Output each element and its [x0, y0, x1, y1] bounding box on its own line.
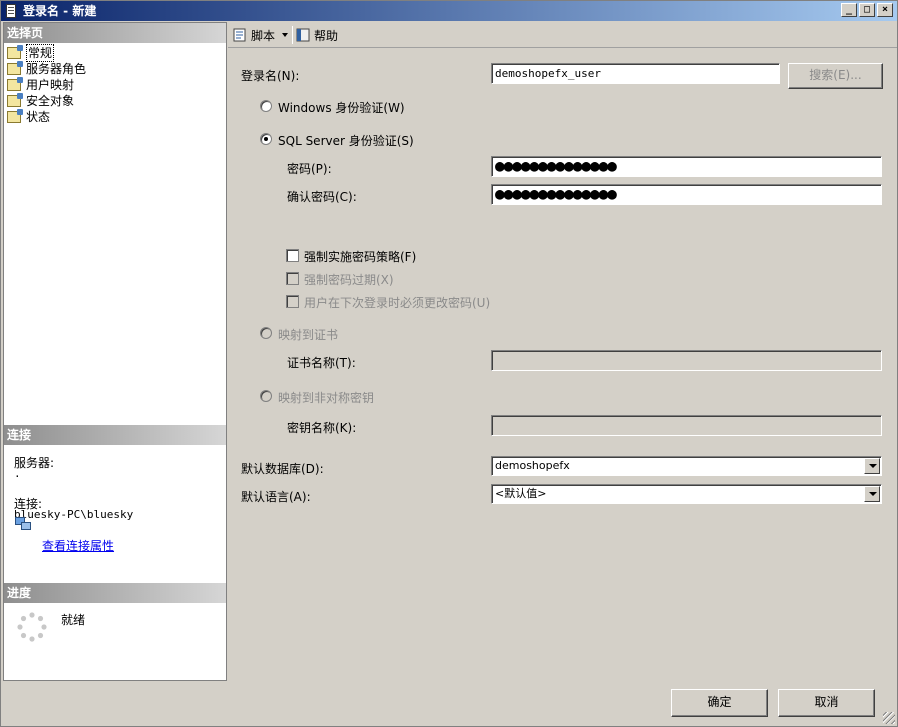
chevron-down-icon[interactable]: [864, 458, 880, 474]
page-icon: [7, 45, 23, 59]
enforce-policy-checkbox[interactable]: [286, 249, 299, 262]
windows-auth-label: Windows 身份验证(W): [278, 101, 405, 115]
document-icon: [6, 4, 16, 18]
toolbar-separator: [292, 26, 293, 44]
maximize-button[interactable]: □: [859, 3, 875, 17]
chevron-down-icon[interactable]: [864, 486, 880, 502]
password-input[interactable]: ●●●●●●●●●●●●●●: [491, 156, 882, 177]
resize-grip-icon[interactable]: [883, 712, 895, 724]
login-name-input[interactable]: demoshopefx_user: [491, 63, 780, 84]
default-database-select[interactable]: demoshopefx: [491, 456, 882, 476]
progress-header: 进度: [4, 583, 226, 603]
must-change-label: 用户在下次登录时必须更改密码(U): [304, 296, 491, 310]
key-name-label: 密钥名称(K):: [287, 421, 357, 435]
default-database-label: 默认数据库(D):: [241, 462, 324, 476]
sql-auth-label: SQL Server 身份验证(S): [278, 134, 414, 148]
page-icon: [7, 61, 23, 75]
script-icon: [233, 28, 246, 42]
map-asymmetric-key-radio[interactable]: [260, 390, 272, 402]
window-title: 登录名 - 新建: [23, 4, 97, 18]
page-item-general[interactable]: 常规: [7, 44, 86, 62]
close-button[interactable]: ×: [877, 3, 893, 17]
help-icon: [296, 28, 310, 42]
default-language-label: 默认语言(A):: [241, 490, 311, 504]
connection-header: 连接: [4, 425, 226, 445]
network-icon: [15, 517, 31, 531]
page-list: 常规 服务器角色 用户映射 安全对象 状态: [7, 44, 86, 125]
page-icon: [7, 109, 23, 123]
confirm-password-label: 确认密码(C):: [287, 190, 357, 204]
default-language-value: <默认值>: [495, 487, 547, 500]
page-icon: [7, 77, 23, 91]
page-label: 用户映射: [26, 78, 75, 92]
ok-button[interactable]: 确定: [671, 689, 768, 717]
page-item-status[interactable]: 状态: [7, 109, 86, 125]
toolbar: 脚本 帮助: [228, 22, 897, 48]
cancel-button[interactable]: 取消: [778, 689, 875, 717]
search-button[interactable]: 搜索(E)...: [788, 63, 883, 89]
page-icon: [7, 93, 23, 107]
certificate-name-input[interactable]: [491, 350, 882, 371]
page-item-user-mapping[interactable]: 用户映射: [7, 77, 86, 93]
sql-auth-radio[interactable]: [260, 133, 272, 145]
page-label: 常规: [26, 44, 55, 62]
view-connection-properties-link[interactable]: 查看连接属性: [42, 537, 114, 554]
key-name-input[interactable]: [491, 415, 882, 436]
map-certificate-label: 映射到证书: [278, 328, 339, 342]
confirm-password-input[interactable]: ●●●●●●●●●●●●●●: [491, 184, 882, 205]
certificate-name-label: 证书名称(T):: [287, 356, 356, 370]
page-label: 安全对象: [26, 94, 75, 108]
enforce-expiration-checkbox[interactable]: [286, 272, 299, 285]
connection-value: bluesky-PC\bluesky: [14, 508, 134, 521]
script-label: 脚本: [251, 28, 276, 43]
script-button[interactable]: 脚本: [232, 25, 290, 45]
general-page-form: 登录名(N): demoshopefx_user 搜索(E)... Window…: [228, 49, 897, 681]
windows-auth-radio[interactable]: [260, 100, 272, 112]
page-label: 服务器角色: [26, 62, 87, 76]
map-certificate-radio[interactable]: [260, 327, 272, 339]
map-asymmetric-key-label: 映射到非对称密钥: [278, 391, 375, 405]
must-change-checkbox[interactable]: [286, 295, 299, 308]
dropdown-arrow-icon: [282, 33, 289, 37]
enforce-expiration-label: 强制密码过期(X): [304, 273, 394, 287]
window-controls: _ □ ×: [841, 3, 893, 17]
enforce-policy-label: 强制实施密码策略(F): [304, 250, 417, 264]
title-bar: 登录名 - 新建 _ □ ×: [1, 1, 897, 21]
help-label: 帮助: [314, 28, 339, 43]
server-value: .: [14, 467, 21, 480]
page-label: 状态: [26, 110, 51, 124]
default-database-value: demoshopefx: [495, 459, 570, 472]
page-item-server-roles[interactable]: 服务器角色: [7, 61, 86, 77]
left-pane: 选择页 常规 服务器角色 用户映射 安全对象 状态 连接 服务器: . 连接: …: [3, 22, 227, 681]
password-label: 密码(P):: [287, 162, 332, 176]
help-button[interactable]: 帮助: [295, 25, 338, 45]
progress-spinner-icon: [17, 612, 47, 642]
page-item-securables[interactable]: 安全对象: [7, 93, 86, 109]
progress-status: 就绪: [61, 613, 86, 627]
select-page-header: 选择页: [4, 23, 226, 43]
login-new-dialog: 登录名 - 新建 _ □ × 选择页 常规 服务器角色 用户映射 安全对象 状态…: [0, 0, 898, 727]
minimize-button[interactable]: _: [841, 3, 857, 17]
login-name-label: 登录名(N):: [241, 69, 300, 83]
default-language-select[interactable]: <默认值>: [491, 484, 882, 504]
